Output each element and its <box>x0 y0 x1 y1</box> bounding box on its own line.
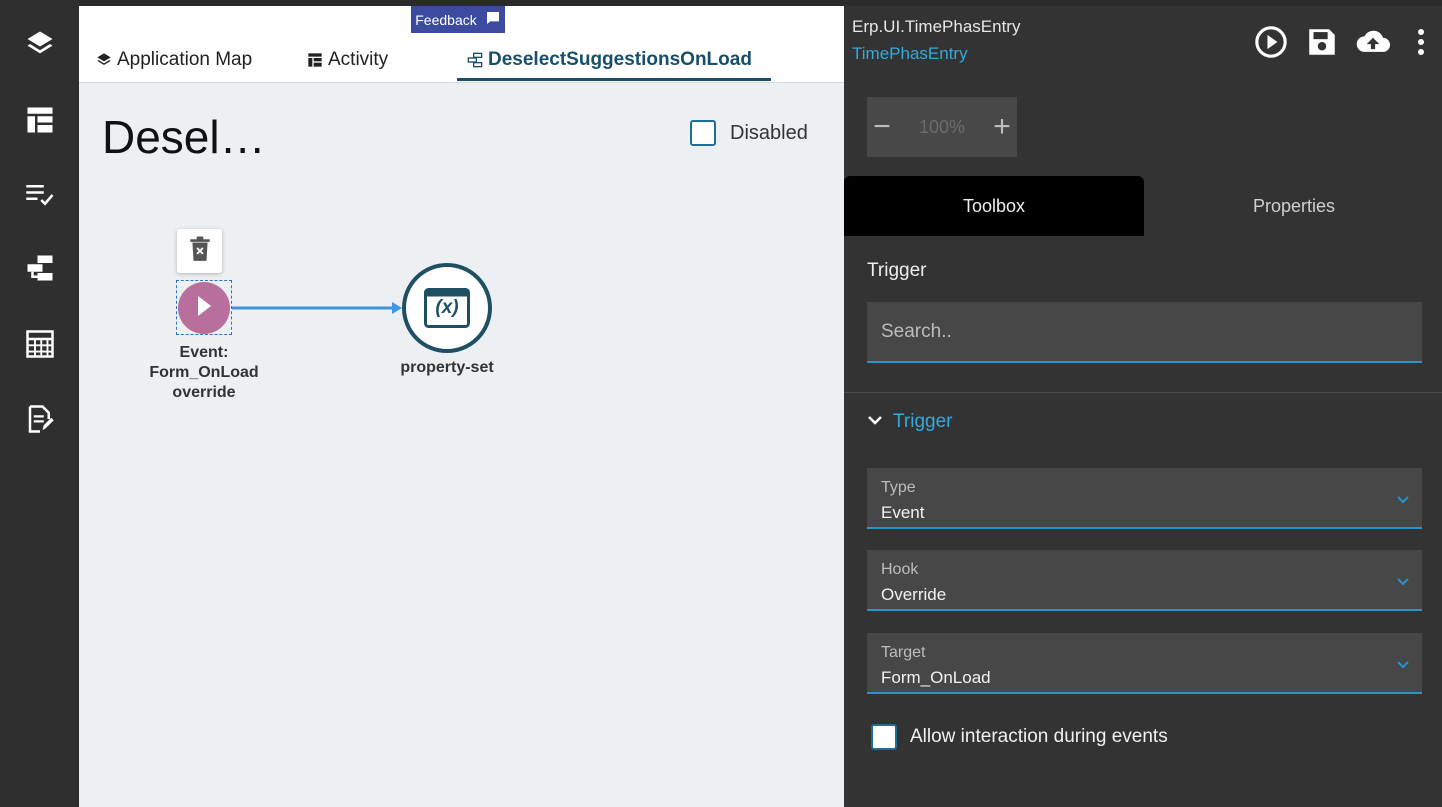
chevron-down-icon <box>1396 657 1410 675</box>
toolbox-search[interactable] <box>867 302 1422 363</box>
delete-node-button[interactable] <box>177 229 222 273</box>
zoom-level: 100% <box>918 116 966 137</box>
event-label-line1: Event: <box>179 344 229 361</box>
play-icon <box>194 294 214 323</box>
more-menu-button[interactable] <box>1403 26 1439 62</box>
trigger-accordion-header[interactable]: Trigger <box>867 411 952 433</box>
edit-document-icon[interactable] <box>20 399 60 439</box>
save-icon <box>1305 25 1339 64</box>
tab-toolbox[interactable]: Toolbox <box>844 176 1144 236</box>
type-label: Type <box>881 479 916 496</box>
panel-divider <box>844 392 1442 393</box>
target-select[interactable]: Target Form_OnLoad <box>867 633 1422 694</box>
cloud-upload-icon <box>1354 25 1392 64</box>
allow-interaction-checkbox[interactable]: Allow interaction during events <box>871 724 1168 750</box>
table-layout-icon[interactable] <box>20 100 60 140</box>
property-node-label: property-set <box>400 359 494 376</box>
run-button[interactable] <box>1253 25 1289 64</box>
target-value: Form_OnLoad <box>881 668 991 687</box>
designer-panel: Application Map Activity DeselectSuggest… <box>79 6 844 807</box>
event-label-line2: Form_OnLoad <box>149 364 259 381</box>
save-button[interactable] <box>1304 26 1340 62</box>
trigger-accordion-label: Trigger <box>893 411 953 432</box>
type-select[interactable]: Type Event <box>867 468 1422 529</box>
event-label-line3: override <box>172 384 236 401</box>
tab-properties[interactable]: Properties <box>1144 176 1442 236</box>
more-vertical-icon <box>1417 28 1425 61</box>
chevron-down-icon <box>867 413 883 431</box>
type-value: Event <box>881 503 925 522</box>
properties-panel: Erp.UI.TimePhasEntry TimePhasEntry − 100… <box>844 6 1442 807</box>
allow-interaction-label: Allow interaction during events <box>910 726 1168 747</box>
zoom-control: − 100% + <box>867 97 1017 157</box>
event-trigger-node[interactable] <box>178 282 230 334</box>
chevron-down-icon <box>1396 574 1410 592</box>
left-rail <box>0 0 79 807</box>
checklist-icon[interactable] <box>20 175 60 215</box>
play-circle-icon <box>1254 25 1288 64</box>
hook-value: Override <box>881 585 947 604</box>
trigger-section-label: Trigger <box>867 260 927 281</box>
hook-select[interactable]: Hook Override <box>867 550 1422 611</box>
property-symbol: (x) <box>435 297 459 318</box>
zoom-out-button[interactable]: − <box>867 97 897 157</box>
chevron-down-icon <box>1396 492 1410 510</box>
panel-title: Erp.UI.TimePhasEntry <box>852 17 1021 36</box>
connector-arrow <box>232 302 402 314</box>
flow-icon[interactable] <box>20 248 60 288</box>
zoom-in-button[interactable]: + <box>987 97 1017 157</box>
panel-subtitle[interactable]: TimePhasEntry <box>852 44 968 64</box>
property-set-node[interactable]: (x) <box>402 263 492 353</box>
grid-icon[interactable] <box>20 324 60 364</box>
variable-icon: (x) <box>424 288 470 328</box>
publish-button[interactable] <box>1355 26 1391 62</box>
target-label: Target <box>881 644 926 661</box>
allow-interaction-box[interactable] <box>871 724 897 750</box>
trash-icon <box>189 236 211 267</box>
layers-icon[interactable] <box>20 24 60 64</box>
search-input[interactable] <box>867 302 1422 361</box>
hook-label: Hook <box>881 561 919 578</box>
event-node-label: Event: Form_OnLoad override <box>142 343 266 403</box>
